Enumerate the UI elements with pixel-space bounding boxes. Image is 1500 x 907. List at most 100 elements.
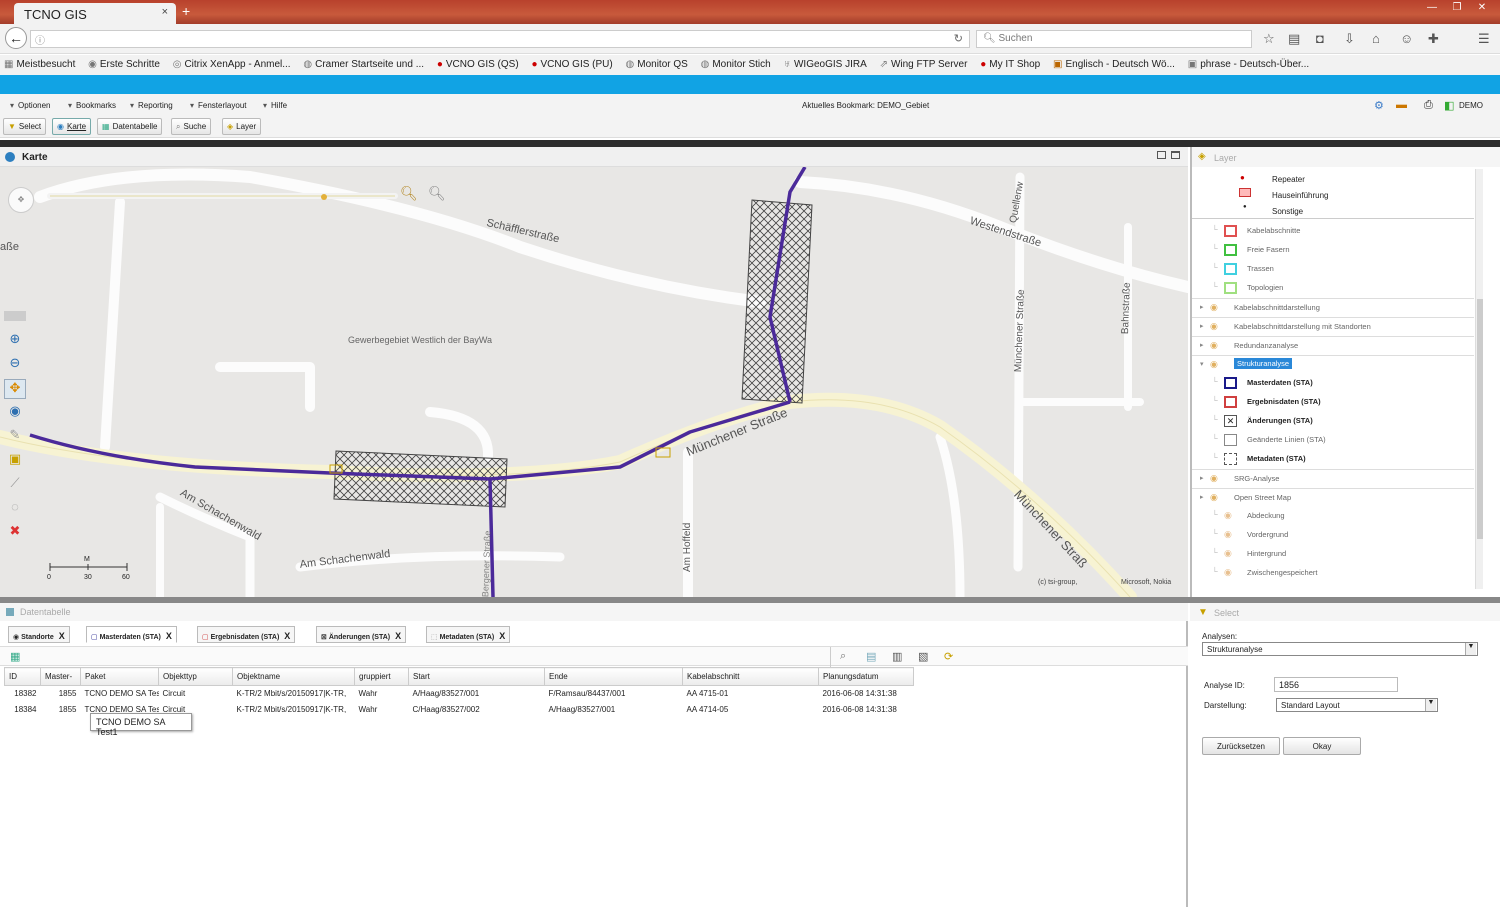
zoom-out-magnifier-icon[interactable]: 🔍︎: [428, 185, 446, 202]
download-icon[interactable]: ⇩: [1344, 31, 1355, 47]
table-row[interactable]: 18382 1855 TCNO DEMO SA Tes Circuit K-TR/2 M…: [5, 686, 914, 702]
pocket-icon[interactable]: ◘: [1316, 31, 1324, 46]
pan-control-icon[interactable]: ✥: [8, 187, 34, 213]
bookmark-item[interactable]: ◍ Cramer Startseite und ...: [303, 59, 424, 70]
tab-metadaten[interactable]: ⬚ Metadaten (STA) X: [426, 626, 511, 643]
bookmark-item[interactable]: ● My IT Shop: [980, 59, 1040, 70]
tab-ergebnisdaten[interactable]: ▢ Ergebnisdaten (STA) X: [197, 626, 296, 643]
zoom-to-selection-icon[interactable]: ⌕: [840, 650, 846, 663]
export-excel-icon[interactable]: ▦: [10, 650, 20, 663]
map-canvas[interactable]: ✥ 🔍︎ 🔍︎ Schäfflerstraße Westendstraße Qu…: [0, 167, 1188, 597]
menu-reporting[interactable]: ▾ Reporting: [130, 101, 173, 110]
highlight-icon[interactable]: ▤: [866, 650, 876, 663]
refresh-icon[interactable]: ⟳: [944, 650, 953, 663]
darstellung-select[interactable]: Standard Layout ▼: [1276, 698, 1438, 712]
visibility-eye-icon[interactable]: ◉: [1210, 340, 1218, 351]
close-tab-icon[interactable]: X: [166, 631, 172, 641]
hamburger-menu-icon[interactable]: ☰: [1478, 31, 1490, 47]
chevron-right-icon[interactable]: ▸: [1200, 322, 1204, 330]
column-header[interactable]: ID: [4, 667, 41, 686]
maximize-panel-icon[interactable]: [1171, 151, 1180, 159]
chat-icon[interactable]: ☺: [1400, 31, 1413, 46]
tab-standorte[interactable]: ◉ Standorte X: [8, 626, 70, 643]
layer-row[interactable]: └ ◉ Vordergrund: [1192, 526, 1474, 545]
close-window-icon[interactable]: ✕: [1470, 0, 1494, 16]
address-bar[interactable]: ⓘ ↻: [30, 30, 970, 48]
layer-row[interactable]: ▸ ◉ Kabelabschnittdarstellung mit Standort…: [1192, 317, 1474, 336]
reading-list-icon[interactable]: ▤: [1288, 31, 1300, 47]
layer-row[interactable]: └ Metadaten (STA): [1192, 450, 1474, 469]
layer-row[interactable]: └ Kabelabschnitte: [1192, 222, 1474, 241]
bookmark-item[interactable]: ▣ phrase - Deutsch-Über...: [1188, 59, 1309, 70]
column-config-icon[interactable]: ▥: [892, 650, 902, 663]
layer-scrollbar[interactable]: [1475, 169, 1483, 589]
datentabelle-button[interactable]: ▦ Datentabelle: [97, 118, 163, 135]
maximize-window-icon[interactable]: ❐: [1445, 0, 1469, 16]
visibility-eye-icon[interactable]: ◉: [1210, 492, 1218, 503]
draw-line-icon[interactable]: ⟋: [4, 475, 26, 495]
minimize-window-icon[interactable]: —: [1420, 0, 1444, 16]
chevron-right-icon[interactable]: ▸: [1200, 493, 1204, 501]
column-header[interactable]: gruppiert: [354, 667, 409, 686]
analyse-id-input[interactable]: 1856: [1274, 677, 1398, 692]
measure-icon[interactable]: ✎: [4, 427, 26, 447]
okay-button[interactable]: Okay: [1283, 737, 1361, 755]
star-bookmark-icon[interactable]: ☆: [1263, 31, 1275, 47]
select-button[interactable]: ▼ Select: [3, 118, 47, 135]
zoom-out-icon[interactable]: ⊖: [4, 355, 26, 375]
visibility-eye-icon[interactable]: ◉: [1210, 473, 1218, 484]
info-icon[interactable]: ◌: [4, 499, 26, 519]
layer-row[interactable]: └ Ergebnisdaten (STA): [1192, 393, 1474, 412]
chevron-right-icon[interactable]: ▸: [1200, 303, 1204, 311]
layer-row[interactable]: └ ◉ Hintergrund: [1192, 545, 1474, 564]
layer-button[interactable]: ◈ Layer: [222, 118, 262, 135]
bookmark-item[interactable]: ♅ WIGeoGIS JIRA: [783, 59, 866, 70]
scrollbar-thumb[interactable]: [1477, 299, 1483, 539]
bookmark-item[interactable]: ◍ Monitor Stich: [701, 59, 771, 70]
layer-row[interactable]: ▸ ◉ SRG-Analyse: [1192, 469, 1474, 488]
visibility-eye-icon[interactable]: ◉: [1210, 321, 1218, 332]
layer-row[interactable]: ▸ ◉ Kabelabschnittdarstellung: [1192, 298, 1474, 317]
close-tab-icon[interactable]: X: [499, 631, 505, 641]
new-tab-button[interactable]: +: [182, 3, 190, 19]
bookmark-item[interactable]: ⇗ Wing FTP Server: [880, 59, 968, 70]
menu-hilfe[interactable]: ▾ Hilfe: [263, 101, 287, 110]
layer-row[interactable]: └ ◉ Abdeckung: [1192, 507, 1474, 526]
layer-row[interactable]: └ Topologien: [1192, 279, 1474, 298]
settings-gear-icon[interactable]: ⚙: [1374, 99, 1384, 112]
printer-icon[interactable]: ⎙: [1424, 99, 1433, 112]
menu-optionen[interactable]: ▾ Optionen: [10, 101, 50, 110]
column-header[interactable]: Planungsdatum: [818, 667, 914, 686]
bookmark-item[interactable]: ◎ Citrix XenApp - Anmel...: [173, 59, 291, 70]
close-tab-icon[interactable]: X: [284, 631, 290, 641]
home-icon[interactable]: ⌂: [1372, 31, 1380, 46]
layer-row[interactable]: └ Geänderte Linien (STA): [1192, 431, 1474, 450]
clear-selection-icon[interactable]: ✖: [4, 523, 26, 543]
karte-button[interactable]: ◉ Karte: [52, 118, 92, 135]
browser-tab[interactable]: TCNO GIS ×: [14, 3, 176, 24]
zoom-in-icon[interactable]: ⊕: [4, 331, 26, 351]
chevron-right-icon[interactable]: ▸: [1200, 474, 1204, 482]
reload-icon[interactable]: ↻: [954, 32, 963, 45]
layer-row[interactable]: ▾ ◉ Strukturanalyse: [1192, 355, 1474, 374]
info-icon[interactable]: ⓘ: [35, 32, 45, 47]
bookmark-item[interactable]: ● VCNO GIS (QS): [437, 59, 519, 70]
close-tab-icon[interactable]: X: [59, 631, 65, 641]
column-header[interactable]: Objektname: [232, 667, 355, 686]
bookmark-item[interactable]: ● VCNO GIS (PU): [531, 59, 612, 70]
tab-masterdaten[interactable]: ▢ Masterdaten (STA) X: [86, 626, 177, 643]
browser-search-input[interactable]: 🔍︎ Suchen: [976, 30, 1252, 48]
back-arrow-icon[interactable]: ←: [5, 27, 27, 49]
chevron-down-icon[interactable]: ▾: [1200, 360, 1204, 368]
zoom-in-magnifier-icon[interactable]: 🔍︎: [400, 185, 418, 202]
chevron-right-icon[interactable]: ▸: [1200, 341, 1204, 349]
column-header[interactable]: Start: [408, 667, 545, 686]
bookmark-item[interactable]: ◉ Erste Schritte: [88, 59, 160, 70]
menu-fensterlayout[interactable]: ▾ Fensterlayout: [190, 101, 246, 110]
layer-row[interactable]: └ ◉ Zwischengespeichert: [1192, 564, 1474, 583]
analysen-select[interactable]: Strukturanalyse ▼: [1202, 642, 1478, 656]
full-extent-globe-icon[interactable]: ◉: [4, 403, 26, 423]
extension-icon[interactable]: ✚: [1428, 31, 1439, 47]
column-header[interactable]: Paket: [80, 667, 159, 686]
visibility-eye-icon[interactable]: ◉: [1210, 359, 1218, 370]
